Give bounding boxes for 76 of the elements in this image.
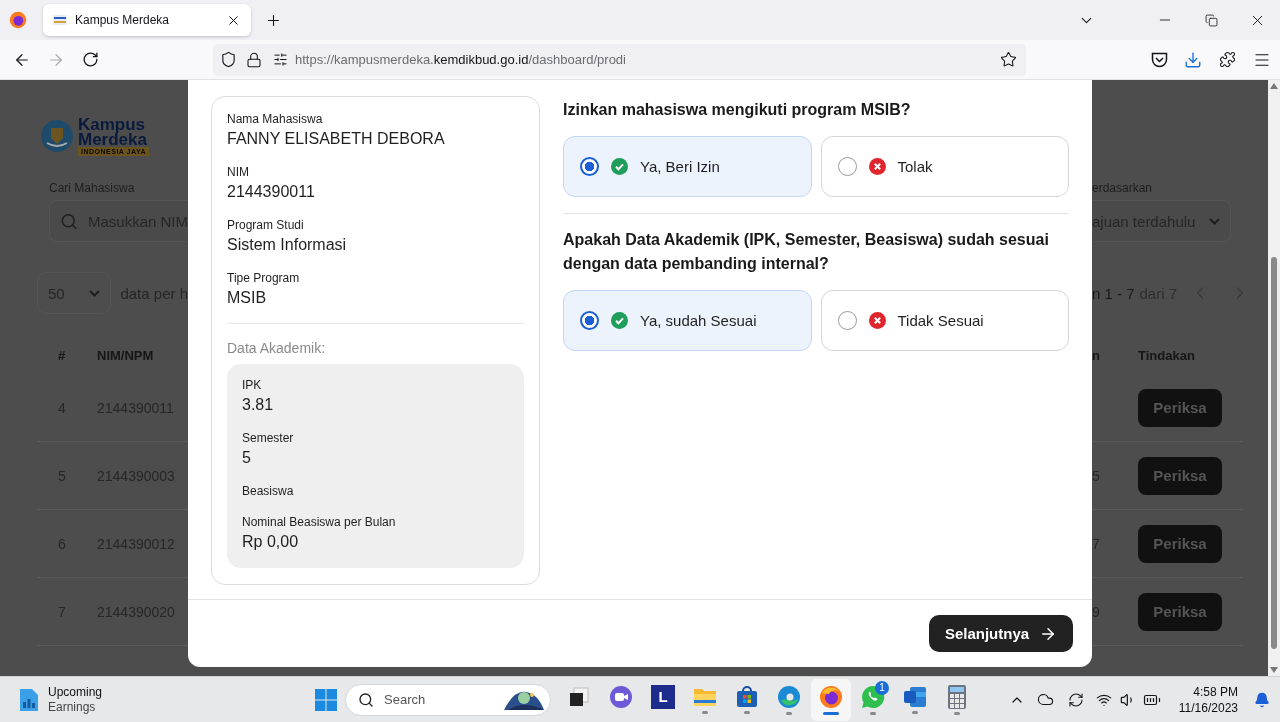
task-view-icon[interactable]: [568, 685, 590, 708]
question-text: Izinkan mahasiswa mengikuti program MSIB?: [563, 100, 912, 120]
pocket-icon[interactable]: [1150, 51, 1168, 68]
widget-subtitle: Earnings: [48, 699, 97, 715]
notification-badge: 1: [875, 680, 889, 695]
calculator-icon[interactable]: [948, 684, 966, 709]
permissions-icon[interactable]: [272, 52, 288, 67]
field-label: Program Studi: [227, 217, 305, 234]
field-value: Rp 0,00: [242, 532, 300, 552]
field-value: Sistem Informasi: [227, 235, 348, 255]
next-button[interactable]: Selanjutnya: [929, 615, 1073, 652]
field-label: IPK: [242, 377, 263, 394]
search-icon: [60, 211, 78, 231]
shield-icon[interactable]: [219, 51, 237, 68]
sync-icon[interactable]: [1067, 691, 1084, 708]
question-text: Apakah Data Akademik (IPK, Semester, Beasiswa) sudah sesuai dengan data pembanding internal?: [563, 230, 1050, 274]
bookmark-star-icon[interactable]: [999, 51, 1017, 68]
field-label: Tipe Program: [227, 270, 301, 287]
field-label: NIM: [227, 164, 250, 181]
column-header: NIM/NPM: [97, 348, 155, 363]
widget-title: Upcoming: [48, 684, 103, 700]
radio-button[interactable]: [580, 157, 599, 176]
browser-swirl-icon[interactable]: [777, 684, 801, 709]
scrollbar[interactable]: [1268, 80, 1280, 676]
restore-icon[interactable]: [1204, 13, 1218, 27]
logo-text: Kampus: [78, 116, 146, 132]
field-value: 2144390011: [227, 182, 316, 202]
url-text: https://kampusmerdeka.kemdikbud.go.id/dashboard/prodi: [295, 52, 627, 67]
emblem-icon: [40, 119, 74, 153]
chevron-down-icon: [89, 289, 101, 297]
answer-option[interactable]: Ya, sudah Sesuai: [563, 290, 812, 351]
scroll-down-icon[interactable]: [1270, 667, 1278, 673]
answer-option[interactable]: Tidak Sesuai: [820, 290, 1069, 351]
radio-button[interactable]: [837, 157, 857, 176]
answer-option[interactable]: Ya, Beri Izin: [563, 136, 812, 197]
x-circle-icon: [868, 158, 886, 175]
clock[interactable]: 4:58 PM 11/16/2023: [1178, 683, 1238, 716]
field-label: Beasiswa: [242, 483, 295, 500]
browser-tab[interactable]: Kampus Merdeka: [43, 4, 251, 36]
store-bag-icon[interactable]: [736, 685, 758, 708]
check-circle-icon: [611, 312, 628, 329]
windows-start-icon[interactable]: [315, 688, 337, 711]
field-value: FANNY ELISABETH DEBORA: [227, 129, 446, 149]
lock-icon[interactable]: [246, 51, 262, 68]
answer-option[interactable]: Tolak: [820, 136, 1069, 197]
address-bar[interactable]: https://kampusmerdeka.kemdikbud.go.id/dashboard/prodi: [213, 43, 1026, 76]
radio-button[interactable]: [580, 311, 599, 330]
field-label: Nominal Beasiswa per Bulan: [242, 514, 397, 531]
column-header: #: [58, 348, 67, 363]
document-app-icon[interactable]: [903, 685, 927, 708]
firefox-icon[interactable]: [819, 684, 843, 709]
search-icon[interactable]: [358, 691, 374, 708]
column-header: Tindakan: [1138, 348, 1196, 363]
chevron-down-icon: [1209, 217, 1220, 225]
radio-button[interactable]: [837, 311, 857, 330]
chart-widget-icon[interactable]: [20, 688, 38, 711]
site-favicon: [53, 15, 67, 25]
download-icon[interactable]: [1184, 50, 1202, 69]
x-circle-icon: [868, 312, 886, 329]
field-label: Semester: [242, 430, 295, 447]
notification-bell-icon[interactable]: [1254, 691, 1270, 708]
browser-logo-icon[interactable]: [9, 11, 27, 29]
cloud-icon[interactable]: [1037, 691, 1055, 708]
scroll-up-icon[interactable]: [1270, 83, 1278, 89]
field-value: 5: [242, 448, 252, 468]
check-circle-icon: [611, 158, 628, 175]
scroll-thumb[interactable]: [1271, 257, 1277, 649]
video-chat-icon[interactable]: [609, 684, 633, 709]
letter-app-icon[interactable]: L: [651, 684, 675, 709]
field-label: Nama Mahasiswa: [227, 111, 324, 128]
section-title: Data Akademik:: [227, 340, 327, 356]
field-value: 3.81: [242, 395, 275, 415]
extensions-icon[interactable]: [1218, 51, 1236, 68]
tab-title: Kampus Merdeka: [75, 13, 171, 27]
field-value: MSIB: [227, 288, 268, 308]
reload-icon[interactable]: [81, 51, 99, 68]
